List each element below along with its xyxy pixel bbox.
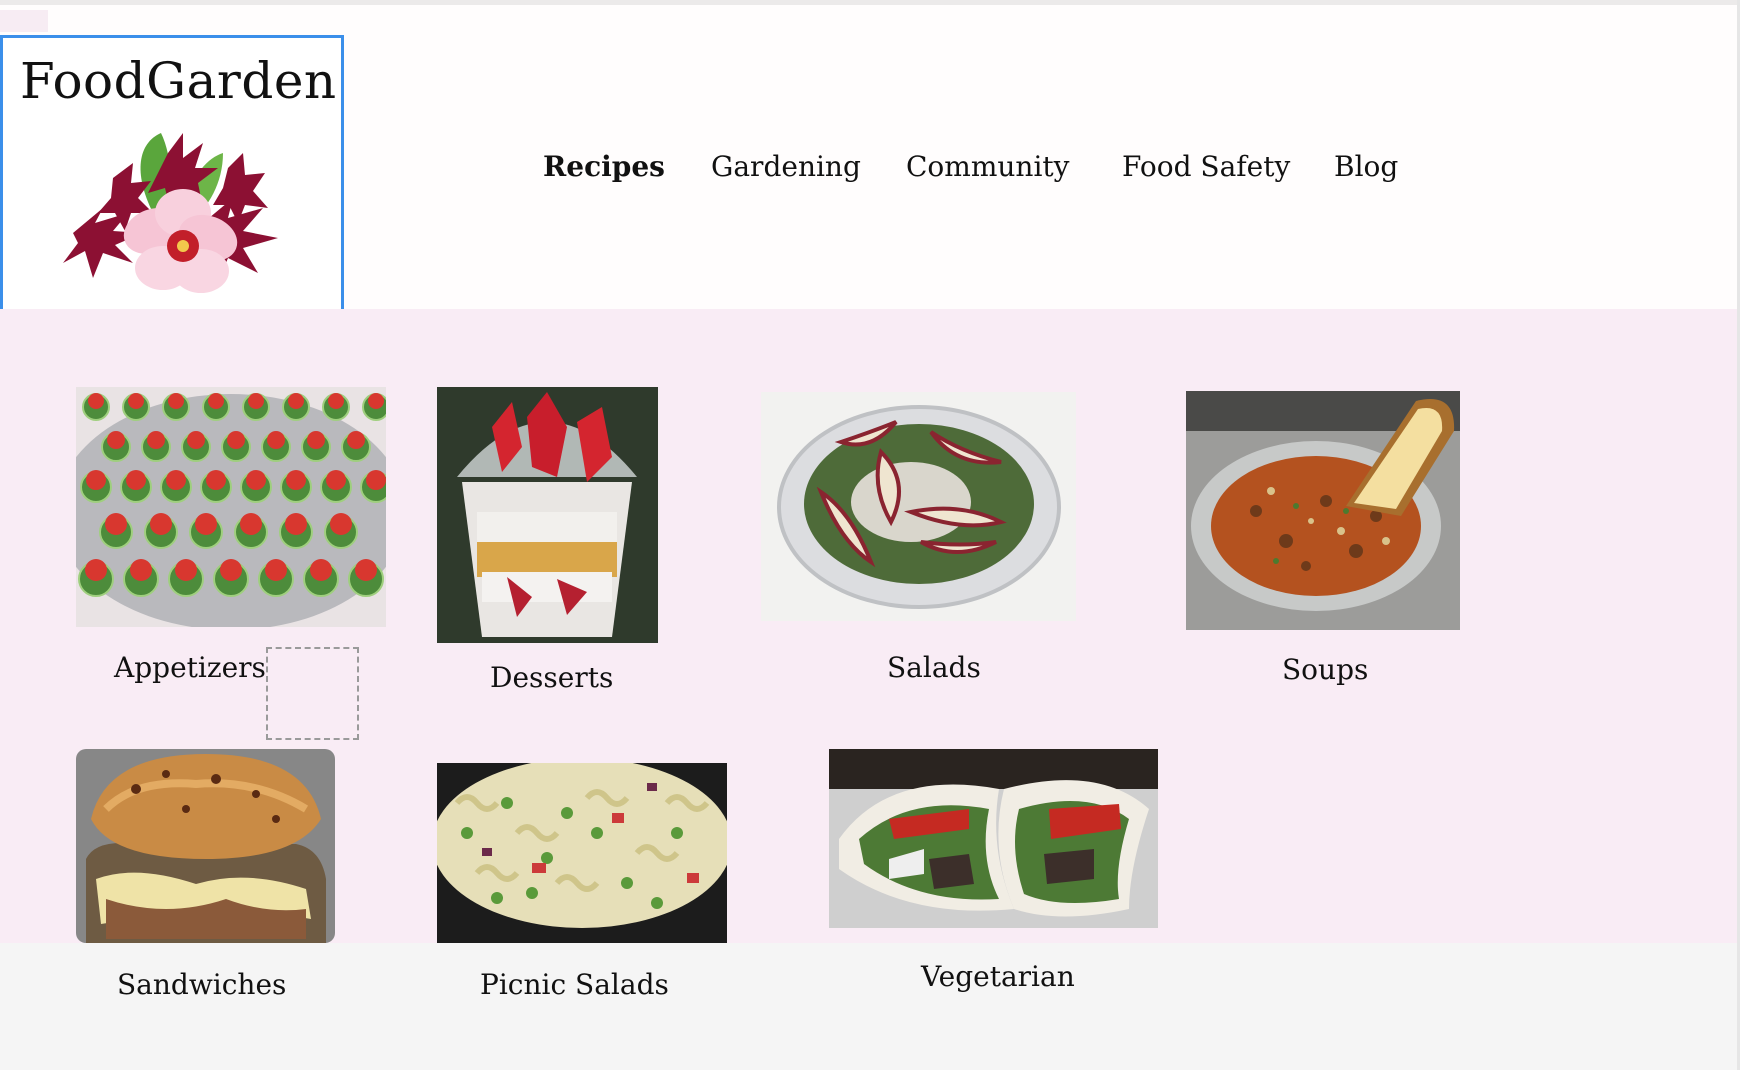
category-appetizers-label[interactable]: Appetizers bbox=[114, 651, 266, 684]
category-soups-image[interactable] bbox=[1186, 391, 1460, 630]
nav-food-safety[interactable]: Food Safety bbox=[1122, 150, 1290, 183]
nav-recipes[interactable]: Recipes bbox=[543, 150, 665, 183]
desserts-photo bbox=[437, 387, 658, 643]
category-salads-image[interactable] bbox=[761, 392, 1076, 621]
category-sandwiches-image[interactable] bbox=[76, 749, 335, 943]
picnic-salads-photo bbox=[437, 763, 727, 943]
category-desserts-image[interactable] bbox=[437, 387, 658, 643]
category-soups-label[interactable]: Soups bbox=[1282, 653, 1368, 686]
category-picnic-salads-image[interactable] bbox=[437, 763, 727, 943]
category-salads-label[interactable]: Salads bbox=[887, 651, 981, 684]
site-header: FoodGarden Recipes Gardening Community F… bbox=[0, 5, 1737, 313]
salads-photo bbox=[761, 392, 1076, 621]
category-desserts-label[interactable]: Desserts bbox=[490, 661, 613, 694]
nav-gardening[interactable]: Gardening bbox=[711, 150, 861, 183]
category-vegetarian-image[interactable] bbox=[829, 749, 1158, 928]
nav-community[interactable]: Community bbox=[906, 150, 1069, 183]
vegetarian-photo bbox=[829, 749, 1158, 928]
hibiscus-logo-icon bbox=[33, 113, 323, 303]
logo-link[interactable]: FoodGarden bbox=[0, 35, 344, 313]
category-vegetarian-label[interactable]: Vegetarian bbox=[921, 960, 1075, 993]
focus-placeholder bbox=[266, 647, 359, 740]
appetizers-photo bbox=[76, 387, 386, 627]
category-picnic-salads-label[interactable]: Picnic Salads bbox=[480, 968, 669, 1001]
sandwiches-photo bbox=[76, 749, 335, 943]
category-sandwiches-label[interactable]: Sandwiches bbox=[117, 968, 286, 1001]
nav-blog[interactable]: Blog bbox=[1334, 150, 1398, 183]
corner-accent bbox=[0, 10, 48, 32]
category-appetizers-image[interactable] bbox=[76, 387, 386, 627]
brand-name: FoodGarden bbox=[20, 52, 337, 110]
soups-photo bbox=[1186, 391, 1460, 630]
